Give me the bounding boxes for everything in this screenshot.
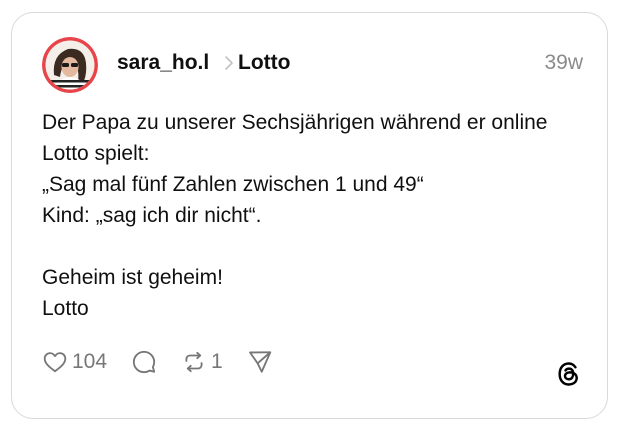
avatar[interactable] [42,37,98,93]
topic-tag[interactable]: Lotto [238,50,290,76]
post-actions: 104 1 [42,347,273,377]
post-body-line: Der Papa zu unserer Sechsjährigen währen… [42,111,548,134]
post-body-line: Kind: „sag ich dir nicht“. [42,204,262,227]
comment-icon [132,350,156,374]
post-body-line [42,231,587,262]
post-timestamp: 39w [544,51,583,74]
chevron-right-icon [225,56,233,70]
post-card: sara_ho.l Lotto 39w Der Papa zu unserer … [11,12,608,419]
post-body-line: Geheim ist geheim! [42,266,223,289]
post-body-line: Lotto [42,297,89,320]
heart-icon [43,352,67,373]
like-count: 104 [72,350,108,373]
repost-count: 1 [211,350,223,373]
share-button[interactable] [247,349,273,375]
post-body-line: „Sag mal fünf Zahlen zwischen 1 und 49“ [42,173,424,196]
avatar-image [42,37,98,93]
share-icon [248,351,271,373]
repost-button[interactable]: 1 [181,349,223,375]
post-body: Der Papa zu unserer Sechsjährigen währen… [42,107,587,324]
repost-icon [185,351,203,373]
like-button[interactable]: 104 [42,349,107,375]
username[interactable]: sara_ho.l [117,50,209,76]
post-body-line: Lotto spielt: [42,142,150,165]
threads-logo-icon[interactable] [555,360,583,388]
comment-button[interactable] [131,349,157,375]
